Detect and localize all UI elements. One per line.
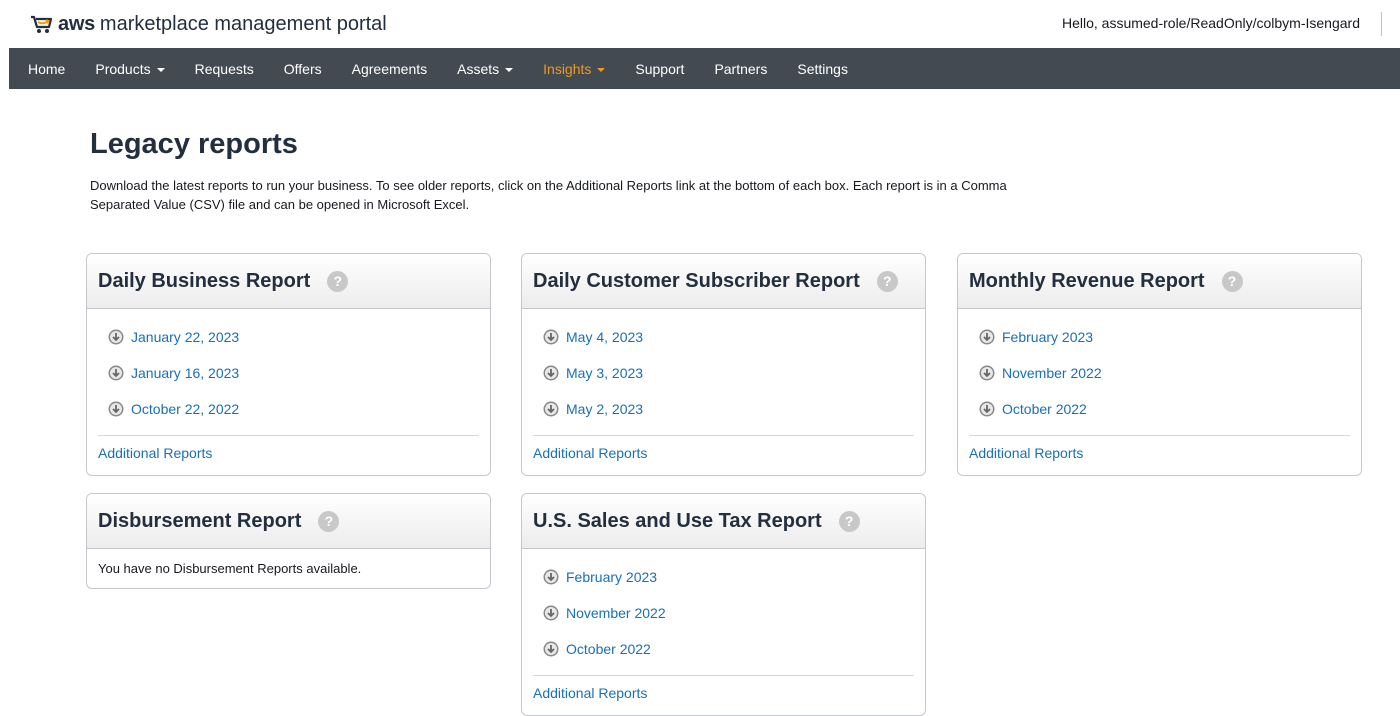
panel-body: February 2023 November 2022 October 2022… bbox=[958, 309, 1361, 475]
report-date: May 2, 2023 bbox=[566, 401, 644, 417]
panel-header: Disbursement Report ? bbox=[87, 494, 490, 549]
aws-marketplace-logo[interactable]: aws marketplace management portal bbox=[30, 10, 387, 38]
nav-products[interactable]: Products bbox=[95, 60, 165, 77]
disbursement-report-panel: Disbursement Report ? You have no Disbur… bbox=[86, 493, 491, 589]
report-date: May 4, 2023 bbox=[566, 329, 644, 345]
nav-insights[interactable]: Insights bbox=[543, 60, 606, 77]
top-bar: aws marketplace management portal Hello,… bbox=[0, 0, 1400, 48]
download-icon bbox=[108, 365, 124, 381]
report-date: October 22, 2022 bbox=[131, 401, 240, 417]
report-download-link[interactable]: May 2, 2023 bbox=[533, 391, 914, 427]
chevron-down-icon bbox=[156, 67, 165, 72]
monthly-revenue-report-panel: Monthly Revenue Report ? February 2023 N… bbox=[957, 253, 1362, 476]
chevron-down-icon bbox=[505, 67, 514, 72]
page-description: Download the latest reports to run your … bbox=[90, 178, 1007, 212]
help-icon[interactable]: ? bbox=[876, 270, 898, 292]
daily-customer-subscriber-report-panel: Daily Customer Subscriber Report ? May 4… bbox=[521, 253, 926, 476]
additional-reports-link[interactable]: Additional Reports bbox=[533, 676, 914, 715]
report-date: January 16, 2023 bbox=[131, 365, 240, 381]
report-download-link[interactable]: February 2023 bbox=[533, 559, 914, 595]
report-date: January 22, 2023 bbox=[131, 329, 240, 345]
report-download-link[interactable]: October 2022 bbox=[969, 391, 1350, 427]
download-icon bbox=[108, 329, 124, 345]
main-nav: Home Products Requests Offers Agreements… bbox=[9, 48, 1400, 89]
report-download-link[interactable]: January 16, 2023 bbox=[98, 355, 479, 391]
additional-reports-link[interactable]: Additional Reports bbox=[98, 436, 479, 475]
nav-requests-label: Requests bbox=[194, 60, 254, 77]
panel-title: Monthly Revenue Report bbox=[969, 269, 1205, 292]
nav-requests[interactable]: Requests bbox=[195, 61, 254, 77]
download-icon bbox=[543, 569, 559, 585]
panel-body: February 2023 November 2022 October 2022… bbox=[522, 549, 925, 715]
chevron-down-icon bbox=[597, 67, 606, 72]
nav-settings[interactable]: Settings bbox=[797, 61, 848, 77]
report-download-link[interactable]: November 2022 bbox=[533, 595, 914, 631]
empty-message: You have no Disbursement Reports availab… bbox=[98, 561, 362, 576]
download-icon bbox=[108, 401, 124, 417]
nav-agreements[interactable]: Agreements bbox=[352, 61, 427, 77]
help-icon[interactable]: ? bbox=[1221, 270, 1243, 292]
report-download-link[interactable]: October 2022 bbox=[533, 631, 914, 667]
panel-title: Daily Customer Subscriber Report bbox=[533, 269, 860, 292]
panel-body: You have no Disbursement Reports availab… bbox=[87, 549, 490, 588]
nav-products-label: Products bbox=[95, 60, 151, 77]
download-icon bbox=[543, 605, 559, 621]
nav-partners[interactable]: Partners bbox=[714, 61, 767, 77]
nav-home[interactable]: Home bbox=[28, 61, 65, 77]
report-month: February 2023 bbox=[566, 569, 658, 585]
report-download-link[interactable]: February 2023 bbox=[969, 319, 1350, 355]
help-icon[interactable]: ? bbox=[318, 510, 340, 532]
download-icon bbox=[543, 641, 559, 657]
nav-assets[interactable]: Assets bbox=[457, 60, 514, 77]
nav-support[interactable]: Support bbox=[635, 61, 684, 77]
download-icon bbox=[543, 329, 559, 345]
us-sales-use-tax-report-panel: U.S. Sales and Use Tax Report ? February… bbox=[521, 493, 926, 716]
panel-body: May 4, 2023 May 3, 2023 May 2, 2023 Addi… bbox=[522, 309, 925, 475]
panel-body: January 22, 2023 January 16, 2023 Octobe… bbox=[87, 309, 490, 475]
panel-header: Monthly Revenue Report ? bbox=[958, 254, 1361, 309]
report-date: May 3, 2023 bbox=[566, 365, 644, 381]
help-icon[interactable]: ? bbox=[327, 270, 349, 292]
report-month: February 2023 bbox=[1002, 329, 1094, 345]
report-download-link[interactable]: November 2022 bbox=[969, 355, 1350, 391]
report-download-link[interactable]: May 3, 2023 bbox=[533, 355, 914, 391]
nav-insights-label: Insights bbox=[543, 60, 592, 77]
cart-icon bbox=[30, 13, 54, 35]
report-month: November 2022 bbox=[566, 605, 666, 621]
nav-home-label: Home bbox=[28, 60, 66, 77]
additional-reports-link[interactable]: Additional Reports bbox=[969, 436, 1350, 475]
page-title: Legacy reports bbox=[90, 128, 298, 160]
panel-header: Daily Business Report ? bbox=[87, 254, 490, 309]
nav-offers-label: Offers bbox=[283, 60, 322, 77]
download-icon bbox=[979, 401, 995, 417]
panel-title: Disbursement Report bbox=[98, 509, 302, 532]
panel-header: Daily Customer Subscriber Report ? bbox=[522, 254, 925, 309]
report-month: November 2022 bbox=[1002, 365, 1102, 381]
nav-support-label: Support bbox=[635, 60, 685, 77]
panel-title: Daily Business Report bbox=[98, 269, 311, 292]
logo-aws-text: aws bbox=[58, 12, 95, 35]
nav-agreements-label: Agreements bbox=[351, 60, 428, 77]
panel-header: U.S. Sales and Use Tax Report ? bbox=[522, 494, 925, 549]
nav-assets-label: Assets bbox=[457, 60, 500, 77]
download-icon bbox=[979, 365, 995, 381]
logo-portal-text: marketplace management portal bbox=[99, 12, 387, 35]
greeting-divider bbox=[1381, 12, 1382, 36]
nav-partners-label: Partners bbox=[714, 60, 768, 77]
additional-reports-link[interactable]: Additional Reports bbox=[533, 436, 914, 475]
report-month: October 2022 bbox=[566, 641, 651, 657]
help-icon[interactable]: ? bbox=[838, 510, 860, 532]
report-download-link[interactable]: May 4, 2023 bbox=[533, 319, 914, 355]
download-icon bbox=[543, 365, 559, 381]
user-greeting[interactable]: Hello, assumed-role/ReadOnly/colbym-Isen… bbox=[1062, 15, 1360, 31]
report-download-link[interactable]: January 22, 2023 bbox=[98, 319, 479, 355]
download-icon bbox=[979, 329, 995, 345]
nav-settings-label: Settings bbox=[797, 60, 848, 77]
report-month: October 2022 bbox=[1002, 401, 1087, 417]
daily-business-report-panel: Daily Business Report ? January 22, 2023… bbox=[86, 253, 491, 476]
download-icon bbox=[543, 401, 559, 417]
nav-offers[interactable]: Offers bbox=[284, 61, 322, 77]
report-download-link[interactable]: October 22, 2022 bbox=[98, 391, 479, 427]
panel-title: U.S. Sales and Use Tax Report bbox=[533, 509, 822, 532]
